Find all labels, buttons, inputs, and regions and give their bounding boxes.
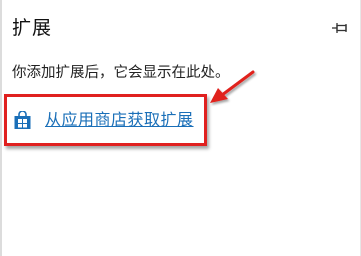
pin-icon: [332, 23, 347, 33]
panel-title: 扩展: [12, 17, 53, 39]
store-link-label[interactable]: 从应用商店获取扩展: [45, 109, 194, 131]
empty-extensions-message: 你添加扩展后，它会显示在此处。: [12, 65, 230, 81]
extensions-panel: 扩展 你添加扩展后，它会显示在此处。 从应用商店获取扩展: [0, 0, 361, 256]
annotation-arrow: [210, 70, 255, 103]
pin-button[interactable]: [331, 20, 349, 36]
get-extensions-from-store-link[interactable]: 从应用商店获取扩展: [13, 109, 194, 131]
panel-left-border: [0, 0, 2, 256]
store-bag-icon: [13, 109, 32, 130]
